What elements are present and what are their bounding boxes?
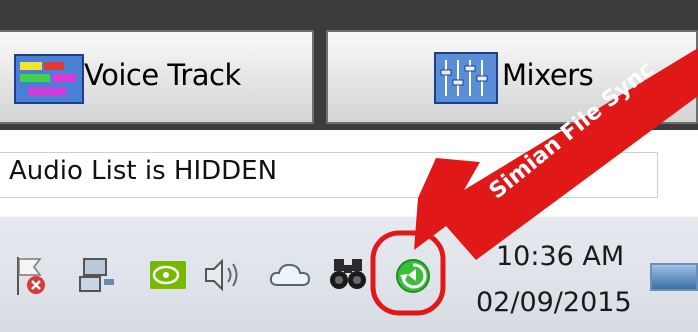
binoculars-icon[interactable] (328, 255, 368, 293)
audio-list-status: Audio List is HIDDEN (0, 152, 658, 198)
status-area: Audio List is HIDDEN (0, 130, 698, 216)
mixers-label: Mixers (502, 58, 594, 92)
voice-track-icon (14, 54, 84, 104)
clock-date[interactable]: 02/09/2015 (476, 287, 632, 318)
simian-sync-icon[interactable] (392, 255, 434, 297)
status-text: Audio List is HIDDEN (9, 156, 278, 186)
cloud-icon[interactable] (268, 259, 312, 291)
nvidia-icon[interactable] (148, 257, 188, 293)
action-center-flag-icon[interactable] (12, 255, 48, 297)
taskbar: 10:36 AM 02/09/2015 (0, 216, 698, 332)
clock-time[interactable]: 10:36 AM (496, 241, 624, 272)
volume-icon[interactable] (202, 257, 244, 293)
network-icon[interactable] (78, 255, 118, 295)
voice-track-label: Voice Track (84, 58, 241, 92)
mixers-icon (434, 52, 498, 104)
show-desktop-button[interactable] (650, 263, 698, 291)
voice-track-button[interactable]: Voice Track (0, 30, 314, 124)
